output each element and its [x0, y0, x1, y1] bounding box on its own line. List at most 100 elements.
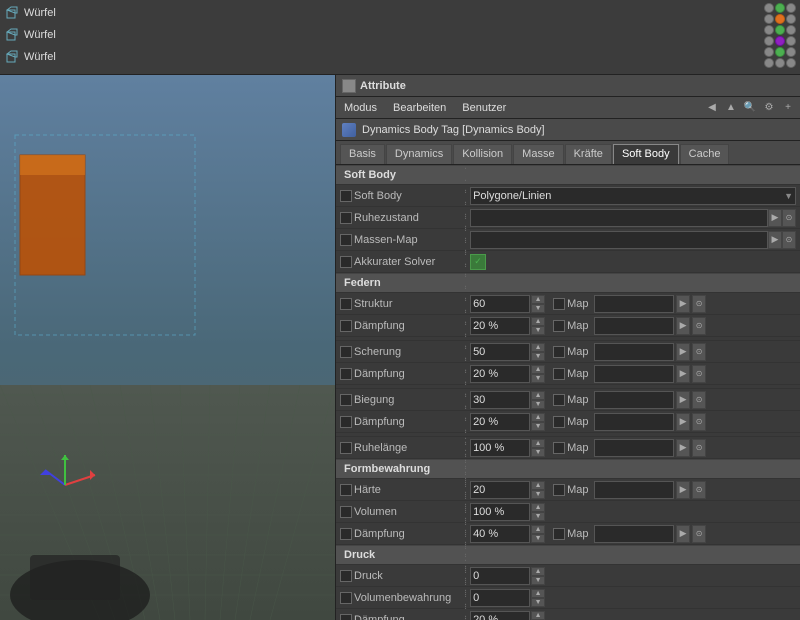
ruhelange-map-input[interactable] [594, 439, 674, 457]
ruhezustand-input[interactable] [470, 209, 768, 227]
harte-map-input[interactable] [594, 481, 674, 499]
tab-soft-body[interactable]: Soft Body [613, 144, 679, 164]
spinner-up-icon[interactable]: ▲ [531, 589, 545, 598]
settings-icon[interactable]: ⚙ [761, 100, 777, 116]
akkurater-solver-checkbox[interactable] [340, 256, 352, 268]
biegung-map-checkbox[interactable] [553, 394, 565, 406]
ruhezustand-checkbox[interactable] [340, 212, 352, 224]
spinner-down-icon[interactable]: ▼ [531, 576, 545, 585]
spinner-down-icon[interactable]: ▼ [531, 490, 545, 499]
tab-krafte[interactable]: Kräfte [565, 144, 612, 164]
dampfung4-map-arrow-icon[interactable]: ▶ [676, 525, 690, 543]
ruhelange-map-arrow-icon[interactable]: ▶ [676, 439, 690, 457]
spinner-down-icon[interactable]: ▼ [531, 304, 545, 313]
tab-dynamics[interactable]: Dynamics [386, 144, 452, 164]
dampfung1-spinner[interactable]: ▲ ▼ [531, 317, 545, 335]
spinner-up-icon[interactable]: ▲ [531, 295, 545, 304]
scherung-input[interactable] [470, 343, 530, 361]
soft-body-type-dropdown[interactable]: Polygone/Linien ▼ [470, 187, 796, 205]
dampfung1-map-checkbox[interactable] [553, 320, 565, 332]
spinner-up-icon[interactable]: ▲ [531, 343, 545, 352]
dampfung5-checkbox[interactable] [340, 614, 352, 620]
ruhezustand-arrow-icon[interactable]: ▶ [768, 209, 782, 227]
spinner-down-icon[interactable]: ▼ [531, 598, 545, 607]
volumenbewahrung-checkbox[interactable] [340, 592, 352, 604]
ruhelange-input[interactable] [470, 439, 530, 457]
dampfung3-spinner[interactable]: ▲ ▼ [531, 413, 545, 431]
spinner-up-icon[interactable]: ▲ [531, 567, 545, 576]
massen-map-checkbox[interactable] [340, 234, 352, 246]
spinner-down-icon[interactable]: ▼ [531, 400, 545, 409]
struktur-spinner[interactable]: ▲ ▼ [531, 295, 545, 313]
scherung-checkbox[interactable] [340, 346, 352, 358]
list-item[interactable]: Würfel [0, 2, 800, 24]
dampfung2-map-input[interactable] [594, 365, 674, 383]
spinner-down-icon[interactable]: ▼ [531, 326, 545, 335]
biegung-checkbox[interactable] [340, 394, 352, 406]
dampfung4-map-checkbox[interactable] [553, 528, 565, 540]
spinner-down-icon[interactable]: ▼ [531, 352, 545, 361]
massen-map-input[interactable] [470, 231, 768, 249]
dampfung4-spinner[interactable]: ▲ ▼ [531, 525, 545, 543]
tab-cache[interactable]: Cache [680, 144, 730, 164]
dampfung1-input[interactable] [470, 317, 530, 335]
volumenbewahrung-spinner[interactable]: ▲ ▼ [531, 589, 545, 607]
scherung-map-checkbox[interactable] [553, 346, 565, 358]
dampfung3-checkbox[interactable] [340, 416, 352, 428]
search-icon[interactable]: 🔍 [742, 100, 758, 116]
dampfung2-checkbox[interactable] [340, 368, 352, 380]
dampfung4-map-input[interactable] [594, 525, 674, 543]
spinner-up-icon[interactable]: ▲ [531, 317, 545, 326]
biegung-map-input[interactable] [594, 391, 674, 409]
volumenbewahrung-input[interactable] [470, 589, 530, 607]
spinner-down-icon[interactable]: ▼ [531, 422, 545, 431]
dampfung3-map-target-icon[interactable]: ⊙ [692, 413, 706, 431]
dampfung5-spinner[interactable]: ▲ ▼ [531, 611, 545, 620]
struktur-map-input[interactable] [594, 295, 674, 313]
spinner-down-icon[interactable]: ▼ [531, 374, 545, 383]
massen-map-arrow-icon[interactable]: ▶ [768, 231, 782, 249]
druck-input[interactable] [470, 567, 530, 585]
add-icon[interactable]: + [780, 100, 796, 116]
dampfung2-input[interactable] [470, 365, 530, 383]
scherung-map-target-icon[interactable]: ⊙ [692, 343, 706, 361]
dampfung2-map-checkbox[interactable] [553, 368, 565, 380]
druck-checkbox[interactable] [340, 570, 352, 582]
ruhezustand-target-icon[interactable]: ⊙ [782, 209, 796, 227]
harte-spinner[interactable]: ▲ ▼ [531, 481, 545, 499]
menu-bearbeiten[interactable]: Bearbeiten [389, 100, 450, 116]
spinner-up-icon[interactable]: ▲ [531, 439, 545, 448]
struktur-checkbox[interactable] [340, 298, 352, 310]
harte-map-arrow-icon[interactable]: ▶ [676, 481, 690, 499]
druck-spinner[interactable]: ▲ ▼ [531, 567, 545, 585]
harte-input[interactable] [470, 481, 530, 499]
scherung-spinner[interactable]: ▲ ▼ [531, 343, 545, 361]
viewport-3d[interactable] [0, 75, 335, 620]
up-arrow-icon[interactable]: ▲ [723, 100, 739, 116]
akkurater-solver-value-checkbox[interactable] [470, 254, 486, 270]
struktur-input[interactable] [470, 295, 530, 313]
harte-map-checkbox[interactable] [553, 484, 565, 496]
list-item[interactable]: Würfel [0, 24, 800, 46]
ruhelange-spinner[interactable]: ▲ ▼ [531, 439, 545, 457]
ruhelange-checkbox[interactable] [340, 442, 352, 454]
spinner-up-icon[interactable]: ▲ [531, 503, 545, 512]
back-arrow-icon[interactable]: ◀ [704, 100, 720, 116]
spinner-down-icon[interactable]: ▼ [531, 448, 545, 457]
harte-checkbox[interactable] [340, 484, 352, 496]
dampfung3-map-checkbox[interactable] [553, 416, 565, 428]
menu-modus[interactable]: Modus [340, 100, 381, 116]
dampfung1-map-target-icon[interactable]: ⊙ [692, 317, 706, 335]
biegung-map-arrow-icon[interactable]: ▶ [676, 391, 690, 409]
scherung-map-arrow-icon[interactable]: ▶ [676, 343, 690, 361]
dampfung2-spinner[interactable]: ▲ ▼ [531, 365, 545, 383]
ruhelange-map-checkbox[interactable] [553, 442, 565, 454]
dampfung3-input[interactable] [470, 413, 530, 431]
spinner-up-icon[interactable]: ▲ [531, 391, 545, 400]
volumen-input[interactable] [470, 503, 530, 521]
biegung-map-target-icon[interactable]: ⊙ [692, 391, 706, 409]
spinner-up-icon[interactable]: ▲ [531, 413, 545, 422]
dampfung2-map-target-icon[interactable]: ⊙ [692, 365, 706, 383]
struktur-map-target-icon[interactable]: ⊙ [692, 295, 706, 313]
spinner-up-icon[interactable]: ▲ [531, 481, 545, 490]
